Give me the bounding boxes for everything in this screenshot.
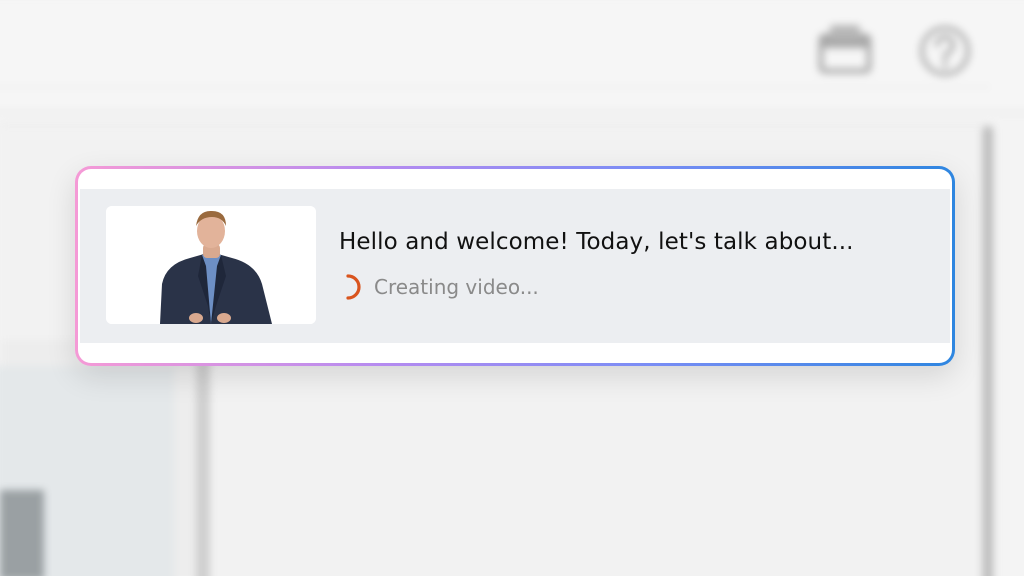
loading-spinner-icon — [346, 274, 361, 300]
card-row: Hello and welcome! Today, let's talk abo… — [80, 189, 950, 343]
scrollbar-thumb[interactable] — [983, 126, 993, 576]
app-stage: Hello and welcome! Today, let's talk abo… — [0, 0, 1024, 576]
video-generation-card[interactable]: Hello and welcome! Today, let's talk abo… — [75, 166, 955, 366]
status-text: Creating video... — [374, 275, 539, 299]
left-panel-block — [0, 490, 44, 576]
script-headline: Hello and welcome! Today, let's talk abo… — [339, 229, 854, 255]
presenter-image — [106, 206, 316, 324]
creation-status: Creating video... — [342, 273, 539, 301]
gift-icon[interactable] — [818, 22, 872, 74]
help-circle-icon[interactable] — [918, 24, 972, 78]
avatar-thumbnail[interactable] — [106, 206, 316, 324]
card-inner: Hello and welcome! Today, let's talk abo… — [78, 169, 952, 363]
left-panel-divider — [196, 330, 210, 576]
top-bar-divider — [0, 86, 990, 88]
